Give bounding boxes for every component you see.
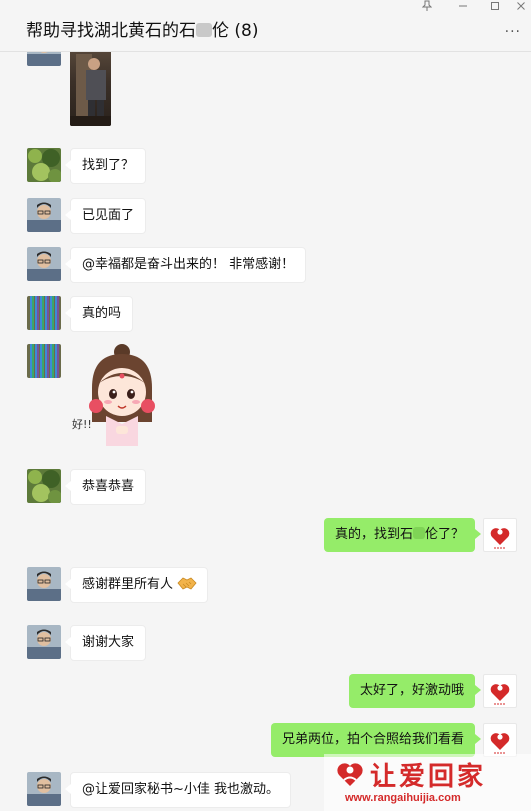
avatar[interactable] [27,247,61,281]
message-bubble[interactable]: 真的，找到石 伦了？ [323,518,482,552]
chat-title-text: 帮助寻找湖北黄石的石 [26,21,196,41]
bubble-text: 真的，找到石 [334,527,413,542]
message-bubble[interactable]: 已见面了 [64,198,147,234]
avatar[interactable] [27,567,61,601]
sticker-text: 好!! [72,417,92,431]
masked-name-blur [196,23,212,37]
masked-name-blur [412,527,425,539]
close-icon[interactable] [508,0,531,14]
chat-title: 帮助寻找湖北黄石的石伦 (8) [26,16,259,41]
avatar[interactable] [27,625,61,659]
avatar-rangai-logo[interactable] [483,674,517,708]
handshake-emoji [177,575,197,599]
avatar[interactable] [27,344,61,378]
message-bubble[interactable]: 真的吗 [64,296,134,332]
avatar[interactable] [27,772,61,806]
watermark-brand: 让爱回家 [370,762,487,792]
avatar-rangai-logo[interactable] [483,723,517,757]
rangai-logo-icon [333,756,367,792]
avatar-rangai-logo[interactable] [483,518,517,552]
pin-icon[interactable] [414,0,440,14]
watermark-url: www.rangaihuijia.com [345,792,461,804]
avatar[interactable] [27,469,61,503]
more-icon[interactable]: ··· [505,24,521,40]
message-bubble[interactable]: 谢谢大家 [64,625,147,661]
sticker-image[interactable]: 好!! [70,344,170,450]
message-bubble[interactable]: 太好了，好激动哦 [348,674,482,708]
message-bubble[interactable]: 兄弟两位，拍个合照给我们看看 [270,723,482,757]
minimize-icon[interactable] [450,0,476,14]
shared-photo[interactable] [70,52,111,126]
title-bar: 帮助寻找湖北黄石的石伦 (8) ··· [0,0,531,52]
member-count: (8) [234,21,259,41]
message-bubble[interactable]: @幸福都是奋斗出来的！ 非常感谢！ [64,247,307,283]
message-bubble[interactable]: 找到了？ [64,148,147,184]
maximize-icon[interactable] [482,0,508,14]
message-bubble[interactable]: @让爱回家秘书~小佳 我也激动。 [64,772,292,808]
message-bubble[interactable]: 感谢群里所有人 [64,567,209,603]
message-bubble[interactable]: 恭喜恭喜 [64,469,147,505]
chat-messages[interactable]: 找到了？ 已见面了 @幸福都是奋斗出来的！ 非常感谢！ 真的吗 好!! 恭喜恭喜… [0,52,531,811]
avatar[interactable] [27,148,61,182]
bubble-text: 伦了？ [424,527,464,542]
avatar[interactable] [27,296,61,330]
avatar[interactable] [27,52,61,66]
avatar[interactable] [27,198,61,232]
chat-title-suffix: 伦 [212,21,229,41]
bubble-text: 感谢群里所有人 [82,577,174,592]
